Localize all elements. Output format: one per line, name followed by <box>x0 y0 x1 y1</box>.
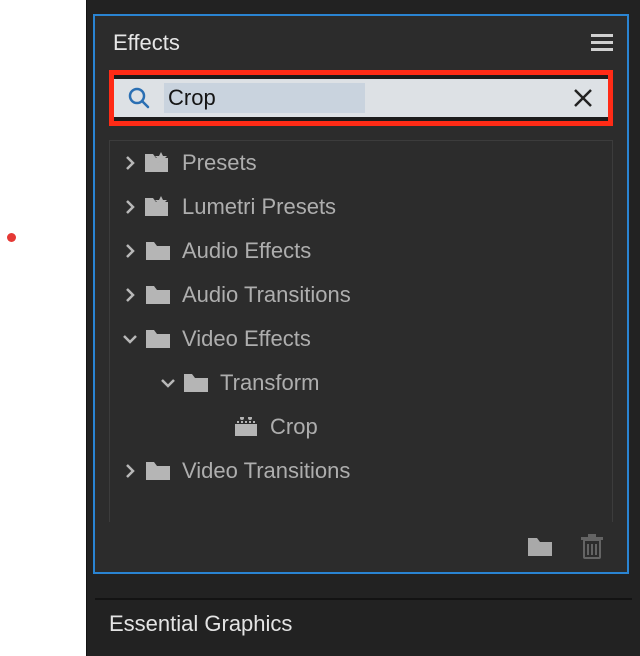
preset-folder-icon <box>140 152 176 174</box>
red-dot-annotation <box>7 233 16 242</box>
tree-label: Transform <box>220 370 319 396</box>
effects-footer <box>527 534 603 560</box>
effects-panel-header: Effects <box>95 16 627 70</box>
tree-folder-lumetri-presets[interactable]: Lumetri Presets <box>110 185 612 229</box>
search-icon <box>114 86 164 110</box>
tree-label: Crop <box>270 414 318 440</box>
app-panel: Effects C <box>86 0 640 656</box>
menu-icon[interactable] <box>591 34 613 52</box>
tree-label: Presets <box>182 150 257 176</box>
tree-folder-presets[interactable]: Presets <box>110 141 612 185</box>
tree-folder-audio-effects[interactable]: Audio Effects <box>110 229 612 273</box>
folder-icon <box>178 373 214 393</box>
tree-folder-transform[interactable]: Transform <box>110 361 612 405</box>
tree-label: Video Transitions <box>182 458 350 484</box>
chevron-right-icon <box>120 199 140 215</box>
tree-folder-video-effects[interactable]: Video Effects <box>110 317 612 361</box>
search-value: Crop <box>164 83 365 113</box>
tree-label: Video Effects <box>182 326 311 352</box>
search-highlight-box: Crop <box>109 70 613 126</box>
folder-icon <box>140 461 176 481</box>
tree-item-crop[interactable]: Crop <box>110 405 612 449</box>
tree-label: Audio Transitions <box>182 282 351 308</box>
preset-folder-icon <box>140 196 176 218</box>
folder-icon <box>140 285 176 305</box>
tree-label: Lumetri Presets <box>182 194 336 220</box>
folder-icon <box>140 329 176 349</box>
chevron-down-icon <box>120 333 140 345</box>
tree-folder-audio-transitions[interactable]: Audio Transitions <box>110 273 612 317</box>
search-field[interactable]: Crop <box>114 79 608 117</box>
tree-label: Audio Effects <box>182 238 311 264</box>
chevron-right-icon <box>120 243 140 259</box>
panel-divider <box>95 598 632 600</box>
chevron-right-icon <box>120 463 140 479</box>
tree-folder-video-transitions[interactable]: Video Transitions <box>110 449 612 493</box>
chevron-down-icon <box>158 377 178 389</box>
essential-graphics-label: Essential Graphics <box>109 611 292 637</box>
effects-tree: Presets Lumetri Presets <box>109 140 613 522</box>
effects-panel: Effects C <box>93 14 629 574</box>
clear-search-icon[interactable] <box>558 88 608 108</box>
trash-icon[interactable] <box>581 534 603 560</box>
panel-title: Effects <box>113 30 591 56</box>
folder-icon <box>140 241 176 261</box>
new-folder-icon[interactable] <box>527 536 555 558</box>
essential-graphics-tab[interactable]: Essential Graphics <box>109 606 292 642</box>
chevron-right-icon <box>120 287 140 303</box>
effect-icon <box>228 417 264 437</box>
chevron-right-icon <box>120 155 140 171</box>
